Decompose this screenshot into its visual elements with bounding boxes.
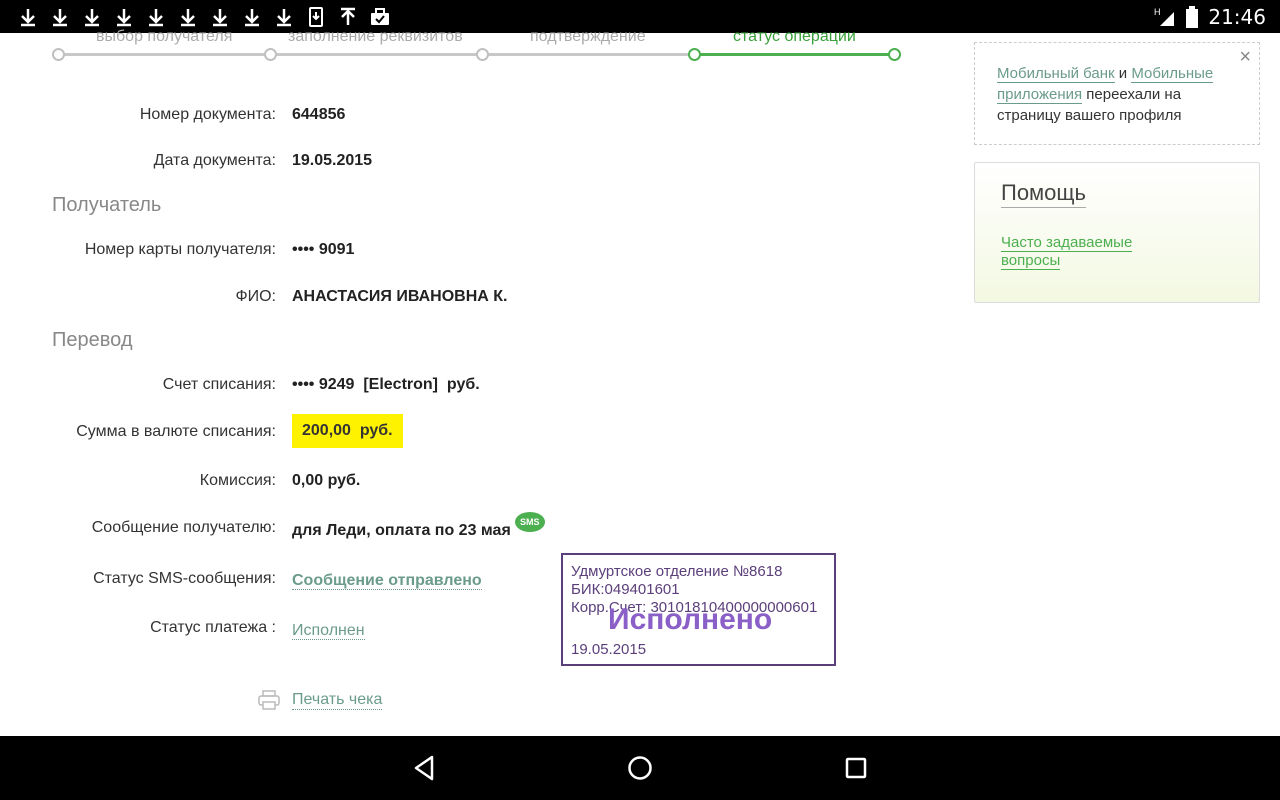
printer-icon [258,690,280,710]
document-date-label: Дата документа: [153,152,276,169]
fee-row: Комиссия: 0,00 руб. [52,472,912,496]
step-dot [476,48,489,61]
print-receipt-label[interactable]: Печать чека [292,691,383,710]
download-icon [76,5,108,29]
amount-label: Сумма в валюте списания: [76,423,276,440]
help-title: Помощь [1001,179,1086,208]
download-icon [12,5,44,29]
phone-download-icon [300,5,332,29]
recipient-name-label: ФИО: [235,288,276,305]
amount-value: 200,00 руб. [292,414,403,448]
mobile-bank-link[interactable]: Мобильный банк [997,65,1115,83]
recipient-name-value: АНАСТАСИЯ ИВАНОВНА К. [292,288,508,305]
fee-label: Комиссия: [199,472,276,489]
back-button[interactable] [408,752,440,784]
transfer-section-title: Перевод [52,329,133,351]
status-right: H 21:46 [1154,0,1266,33]
recipient-card-label: Номер карты получателя: [84,241,276,258]
svg-text:H: H [1154,7,1161,17]
home-button[interactable] [624,752,656,784]
recents-icon [845,757,867,779]
document-date-row: Дата документа: 19.05.2015 [52,152,912,176]
message-row: Сообщение получателю: для Леди, оплата п… [52,512,912,543]
payment-status-label: Статус платежа : [150,619,276,636]
briefcase-icon [364,5,396,29]
help-panel: Помощь Часто задаваемые вопросы [974,162,1260,303]
document-number-row: Номер документа: 644856 [52,106,912,130]
message-label: Сообщение получателю: [91,519,276,536]
step-dot-active [888,48,901,61]
step-label-fill-details: заполнение реквизитов [288,28,463,45]
recipient-name-row: ФИО: АНАСТАСИЯ ИВАНОВНА К. [52,288,912,312]
debit-account-label: Счет списания: [162,376,276,393]
stepper-track-active [694,53,894,56]
stamp-bik: БИК:049401601 [571,581,680,598]
close-icon[interactable]: × [1239,47,1251,68]
step-label-confirmation: подтверждение [530,28,646,45]
notification-icons [12,5,396,29]
upload-icon [332,5,364,29]
recipient-section-title: Получатель [52,194,162,216]
print-receipt-button[interactable]: Печать чека [258,688,383,712]
debit-account-value: •••• 9249 [Electron] руб. [292,376,480,393]
fee-value: 0,00 руб. [292,472,361,489]
step-label-select-recipient: выбор получателя [96,28,233,45]
debit-account-row: Счет списания: •••• 9249 [Electron] руб. [52,376,912,400]
document-number-value: 644856 [292,106,346,123]
recipient-card-value: •••• 9091 [292,241,355,258]
message-value-wrap: для Леди, оплата по 23 мая SMS [292,512,545,542]
stamp-executed: Исполнено [608,603,773,636]
document-date-value: 19.05.2015 [292,152,373,169]
download-icon [172,5,204,29]
clock: 21:46 [1208,4,1266,29]
home-icon [628,756,652,780]
download-icon [268,5,300,29]
step-dot [52,48,65,61]
step-label-operation-status: статус операции [733,28,856,45]
mobile-bank-notice: × Мобильный банк и Мобильные приложения … [974,42,1260,145]
stamp-branch: Удмуртское отделение №8618 [571,563,783,580]
download-icon [44,5,76,29]
download-icon [236,5,268,29]
sms-icon: SMS [514,512,545,532]
stepper-track [58,53,694,56]
download-icon [108,5,140,29]
document-number-label: Номер документа: [139,106,276,123]
back-icon [414,755,434,781]
signal-icon: H [1154,7,1175,26]
message-value: для Леди, оплата по 23 мая [292,522,511,539]
faq-link[interactable]: Часто задаваемые вопросы [1001,234,1133,270]
stamp-date: 19.05.2015 [571,641,647,658]
battery-icon [1186,5,1199,28]
amount-row: Сумма в валюте списания: 200,00 руб. [52,414,912,448]
progress-stepper: выбор получателя заполнение реквизитов п… [52,28,902,61]
step-dot-active [688,48,701,61]
recipient-card-row: Номер карты получателя: •••• 9091 [52,241,912,265]
sms-status-link[interactable]: Сообщение отправлено [292,572,482,590]
navigation-bar [0,736,1280,800]
notice-and: и [1114,65,1132,82]
faq-link-wrap: Часто задаваемые вопросы [1001,234,1161,270]
download-icon [140,5,172,29]
payment-status-link[interactable]: Исполнен [292,622,365,640]
recents-button[interactable] [840,752,872,784]
download-icon [204,5,236,29]
bank-stamp: Удмуртское отделение №8618 БИК:049401601… [561,553,836,666]
sms-status-label: Статус SMS-сообщения: [93,570,276,587]
step-dot [264,48,277,61]
